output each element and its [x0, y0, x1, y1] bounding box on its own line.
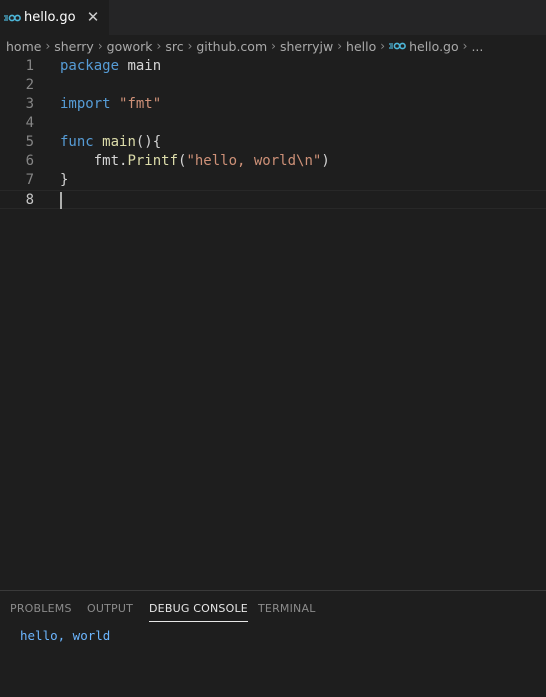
chevron-right-icon: ›: [337, 39, 343, 53]
breadcrumb-item-sherryjw[interactable]: sherryjw: [280, 39, 333, 54]
line-number: 7: [25, 172, 34, 188]
line-number: 8: [25, 192, 34, 208]
code-line[interactable]: 1 package main: [0, 57, 546, 76]
string-token: "fmt": [119, 96, 162, 112]
chevron-right-icon: ›: [462, 39, 468, 53]
editor-tab-bar: hello.go ✕: [0, 0, 546, 35]
breadcrumb-item-file[interactable]: hello.go: [409, 39, 459, 54]
function-token: Printf: [127, 153, 179, 169]
punctuation-token: }: [60, 172, 69, 188]
line-number: 5: [25, 134, 34, 150]
line-number: 1: [25, 58, 34, 74]
tab-label: hello.go: [24, 10, 76, 25]
current-code-line[interactable]: 8: [0, 190, 546, 209]
code-line[interactable]: 4: [0, 114, 546, 133]
breadcrumb-item-home[interactable]: home: [6, 39, 41, 54]
panel-tab-bar: PROBLEMS OUTPUT DEBUG CONSOLE TERMINAL: [0, 591, 546, 626]
close-icon[interactable]: ✕: [85, 8, 101, 26]
line-number: 2: [25, 77, 34, 93]
chevron-right-icon: ›: [45, 39, 51, 53]
breadcrumb-item-src[interactable]: src: [165, 39, 183, 54]
identifier-token: fmt.: [93, 153, 128, 169]
code-line[interactable]: 2: [0, 76, 546, 95]
tab-terminal[interactable]: TERMINAL: [258, 602, 316, 621]
code-text[interactable]: package main: [60, 57, 161, 76]
tab-output[interactable]: OUTPUT: [87, 602, 133, 621]
tab-problems[interactable]: PROBLEMS: [10, 602, 72, 621]
keyword-token: import: [60, 96, 111, 112]
breadcrumb-item-github[interactable]: github.com: [196, 39, 267, 54]
breadcrumb-item-sherry[interactable]: sherry: [54, 39, 94, 54]
line-number: 3: [25, 96, 34, 112]
chevron-right-icon: ›: [380, 39, 386, 53]
string-token: "hello, world\n": [186, 153, 322, 169]
chevron-right-icon: ›: [156, 39, 162, 53]
chevron-right-icon: ›: [97, 39, 103, 53]
code-line[interactable]: 6 fmt.Printf("hello, world\n"): [0, 152, 546, 171]
line-number: 4: [25, 115, 34, 131]
code-line[interactable]: 5 func main(){: [0, 133, 546, 152]
code-text[interactable]: }: [60, 171, 68, 190]
code-text[interactable]: fmt.Printf("hello, world\n"): [60, 152, 330, 171]
code-text[interactable]: func main(){: [60, 133, 161, 152]
chevron-right-icon: ›: [187, 39, 193, 53]
code-line[interactable]: 7 }: [0, 171, 546, 190]
code-editor[interactable]: 1 package main 2 3 import "fmt" 4 5 func…: [0, 57, 546, 590]
go-file-icon: [4, 13, 21, 23]
punctuation-token: ): [321, 153, 330, 169]
function-token: main: [102, 134, 136, 150]
breadcrumb-item-hello[interactable]: hello: [346, 39, 376, 54]
breadcrumb-item-gowork[interactable]: gowork: [107, 39, 153, 54]
indent-token: [60, 153, 94, 169]
text-cursor: [60, 192, 62, 209]
code-text[interactable]: import "fmt": [60, 95, 161, 114]
code-line[interactable]: 3 import "fmt": [0, 95, 546, 114]
debug-console-output: hello, world: [20, 628, 111, 643]
identifier-token: main: [119, 58, 162, 74]
chevron-right-icon: ›: [271, 39, 276, 53]
bottom-panel: PROBLEMS OUTPUT DEBUG CONSOLE TERMINAL h…: [0, 590, 546, 697]
breadcrumb: home › sherry › gowork › src › github.co…: [0, 35, 546, 57]
keyword-token: package: [60, 58, 120, 74]
line-number: 6: [25, 153, 34, 169]
tab-debug-console[interactable]: DEBUG CONSOLE: [149, 602, 248, 622]
go-file-icon: [389, 41, 406, 51]
keyword-token: func: [60, 134, 94, 150]
punctuation-token: (){: [135, 134, 162, 150]
tab-hello-go[interactable]: hello.go ✕: [0, 0, 109, 35]
breadcrumb-item-symbols[interactable]: ...: [471, 39, 483, 54]
